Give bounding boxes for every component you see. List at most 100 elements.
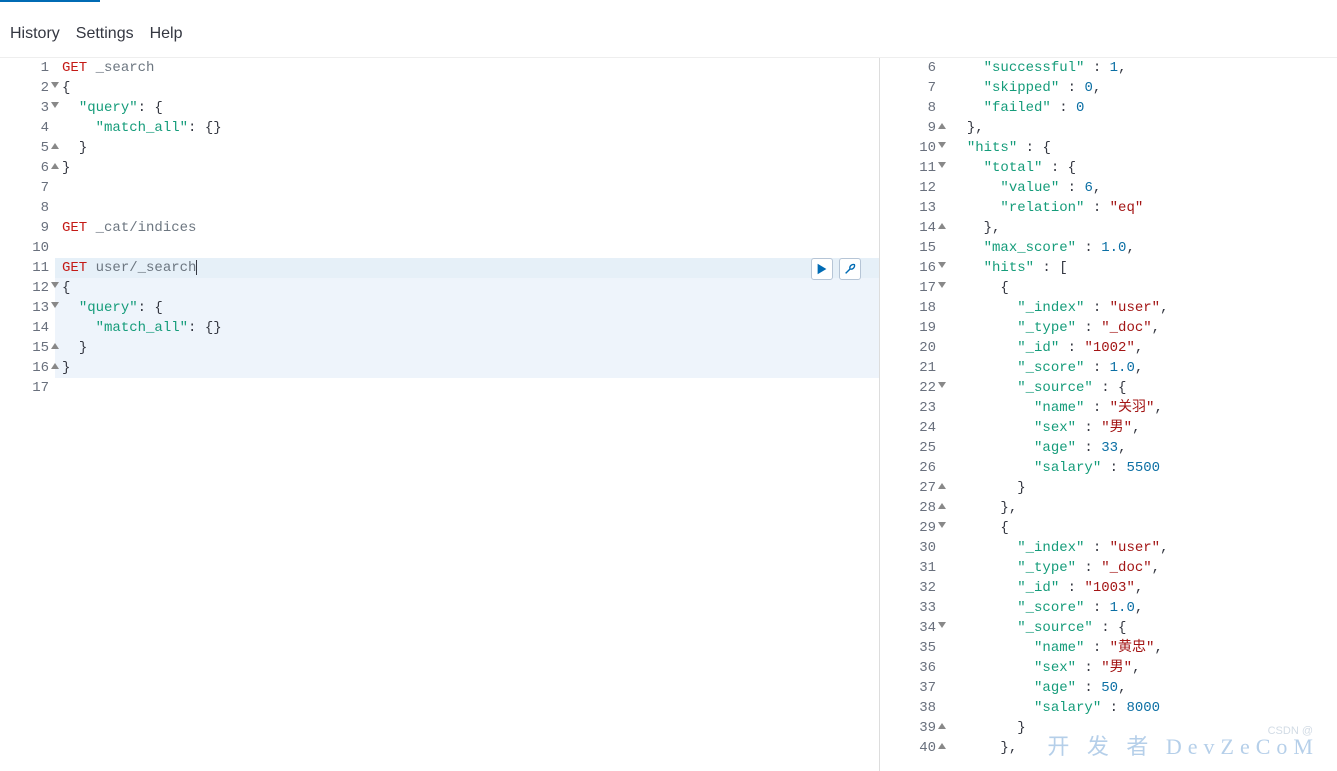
- code-line: "relation" : "eq": [950, 198, 1337, 218]
- code-line: [62, 178, 879, 198]
- line-number: 33: [880, 598, 936, 618]
- line-number: 15: [0, 338, 49, 358]
- line-number: 27: [880, 478, 936, 498]
- line-number: 9: [880, 118, 936, 138]
- response-code: "successful" : 1, "skipped" : 0, "failed…: [950, 58, 1337, 771]
- line-number: 17: [880, 278, 936, 298]
- code-line: "_index" : "user",: [950, 298, 1337, 318]
- line-number: 8: [0, 198, 49, 218]
- code-line: "name" : "黄忠",: [950, 638, 1337, 658]
- code-line: },: [950, 738, 1337, 758]
- line-number: 28: [880, 498, 936, 518]
- code-line: {: [950, 278, 1337, 298]
- line-number: 37: [880, 678, 936, 698]
- code-line: "_source" : {: [950, 378, 1337, 398]
- line-number: 21: [880, 358, 936, 378]
- code-line: "hits" : {: [950, 138, 1337, 158]
- editor-code[interactable]: GET _search{ "query": { "match_all": {} …: [62, 58, 879, 771]
- code-line: "_index" : "user",: [950, 538, 1337, 558]
- code-line: "_id" : "1002",: [950, 338, 1337, 358]
- line-number: 25: [880, 438, 936, 458]
- request-editor[interactable]: 1234567891011121314151617 GET _search{ "…: [0, 58, 880, 771]
- menu-help[interactable]: Help: [150, 25, 183, 43]
- console-menubar: History Settings Help: [0, 10, 1337, 58]
- menu-settings[interactable]: Settings: [76, 25, 134, 43]
- line-number: 7: [880, 78, 936, 98]
- code-line: "max_score" : 1.0,: [950, 238, 1337, 258]
- request-options-button[interactable]: [839, 258, 861, 280]
- line-number: 23: [880, 398, 936, 418]
- code-line: "salary" : 8000: [950, 698, 1337, 718]
- line-number: 2: [0, 78, 49, 98]
- code-line: "query": {: [62, 98, 879, 118]
- line-number: 30: [880, 538, 936, 558]
- code-line: "age" : 50,: [950, 678, 1337, 698]
- code-line: },: [950, 118, 1337, 138]
- code-line: {: [62, 78, 879, 98]
- code-line: "sex" : "男",: [950, 418, 1337, 438]
- code-line: GET _search: [62, 58, 879, 78]
- line-number: 26: [880, 458, 936, 478]
- code-line: }: [62, 338, 879, 358]
- line-number: 15: [880, 238, 936, 258]
- line-number: 12: [880, 178, 936, 198]
- line-number: 16: [0, 358, 49, 378]
- code-line: "skipped" : 0,: [950, 78, 1337, 98]
- line-number: 20: [880, 338, 936, 358]
- code-line: "_type" : "_doc",: [950, 318, 1337, 338]
- line-number: 1: [0, 58, 49, 78]
- code-line: "total" : {: [950, 158, 1337, 178]
- code-line: }: [950, 478, 1337, 498]
- line-number: 5: [0, 138, 49, 158]
- editor-gutter: 1234567891011121314151617: [0, 58, 55, 771]
- line-number: 17: [0, 378, 49, 398]
- line-number: 6: [880, 58, 936, 78]
- line-number: 40: [880, 738, 936, 758]
- tab-indicator: [0, 0, 1337, 2]
- code-line: [62, 198, 879, 218]
- line-number: 8: [880, 98, 936, 118]
- code-line: "salary" : 5500: [950, 458, 1337, 478]
- line-number: 13: [880, 198, 936, 218]
- line-number: 4: [0, 118, 49, 138]
- code-line: "query": {: [62, 298, 879, 318]
- response-viewer[interactable]: 6789101112131415161718192021222324252627…: [880, 58, 1337, 771]
- code-line: }: [950, 718, 1337, 738]
- play-icon: [815, 262, 829, 276]
- code-line: "age" : 33,: [950, 438, 1337, 458]
- line-number: 13: [0, 298, 49, 318]
- code-line: [62, 238, 879, 258]
- code-line: "_id" : "1003",: [950, 578, 1337, 598]
- run-request-button[interactable]: [811, 258, 833, 280]
- line-number: 14: [880, 218, 936, 238]
- code-line: GET user/_search: [62, 258, 879, 278]
- code-line: "sex" : "男",: [950, 658, 1337, 678]
- code-line: },: [950, 218, 1337, 238]
- code-line: }: [62, 158, 879, 178]
- menu-history[interactable]: History: [10, 25, 60, 43]
- code-line: {: [62, 278, 879, 298]
- line-number: 38: [880, 698, 936, 718]
- line-number: 32: [880, 578, 936, 598]
- code-line: "_type" : "_doc",: [950, 558, 1337, 578]
- line-number: 10: [0, 238, 49, 258]
- code-line: "failed" : 0: [950, 98, 1337, 118]
- code-line: "_score" : 1.0,: [950, 598, 1337, 618]
- code-line: }: [62, 358, 879, 378]
- code-line: "value" : 6,: [950, 178, 1337, 198]
- line-number: 14: [0, 318, 49, 338]
- code-line: "match_all": {}: [62, 318, 879, 338]
- code-line: "_source" : {: [950, 618, 1337, 638]
- line-number: 36: [880, 658, 936, 678]
- code-line: "successful" : 1,: [950, 58, 1337, 78]
- line-number: 11: [880, 158, 936, 178]
- line-number: 10: [880, 138, 936, 158]
- code-line: "match_all": {}: [62, 118, 879, 138]
- line-number: 6: [0, 158, 49, 178]
- code-line: "_score" : 1.0,: [950, 358, 1337, 378]
- line-number: 9: [0, 218, 49, 238]
- code-line: },: [950, 498, 1337, 518]
- line-number: 12: [0, 278, 49, 298]
- line-number: 19: [880, 318, 936, 338]
- code-line: "hits" : [: [950, 258, 1337, 278]
